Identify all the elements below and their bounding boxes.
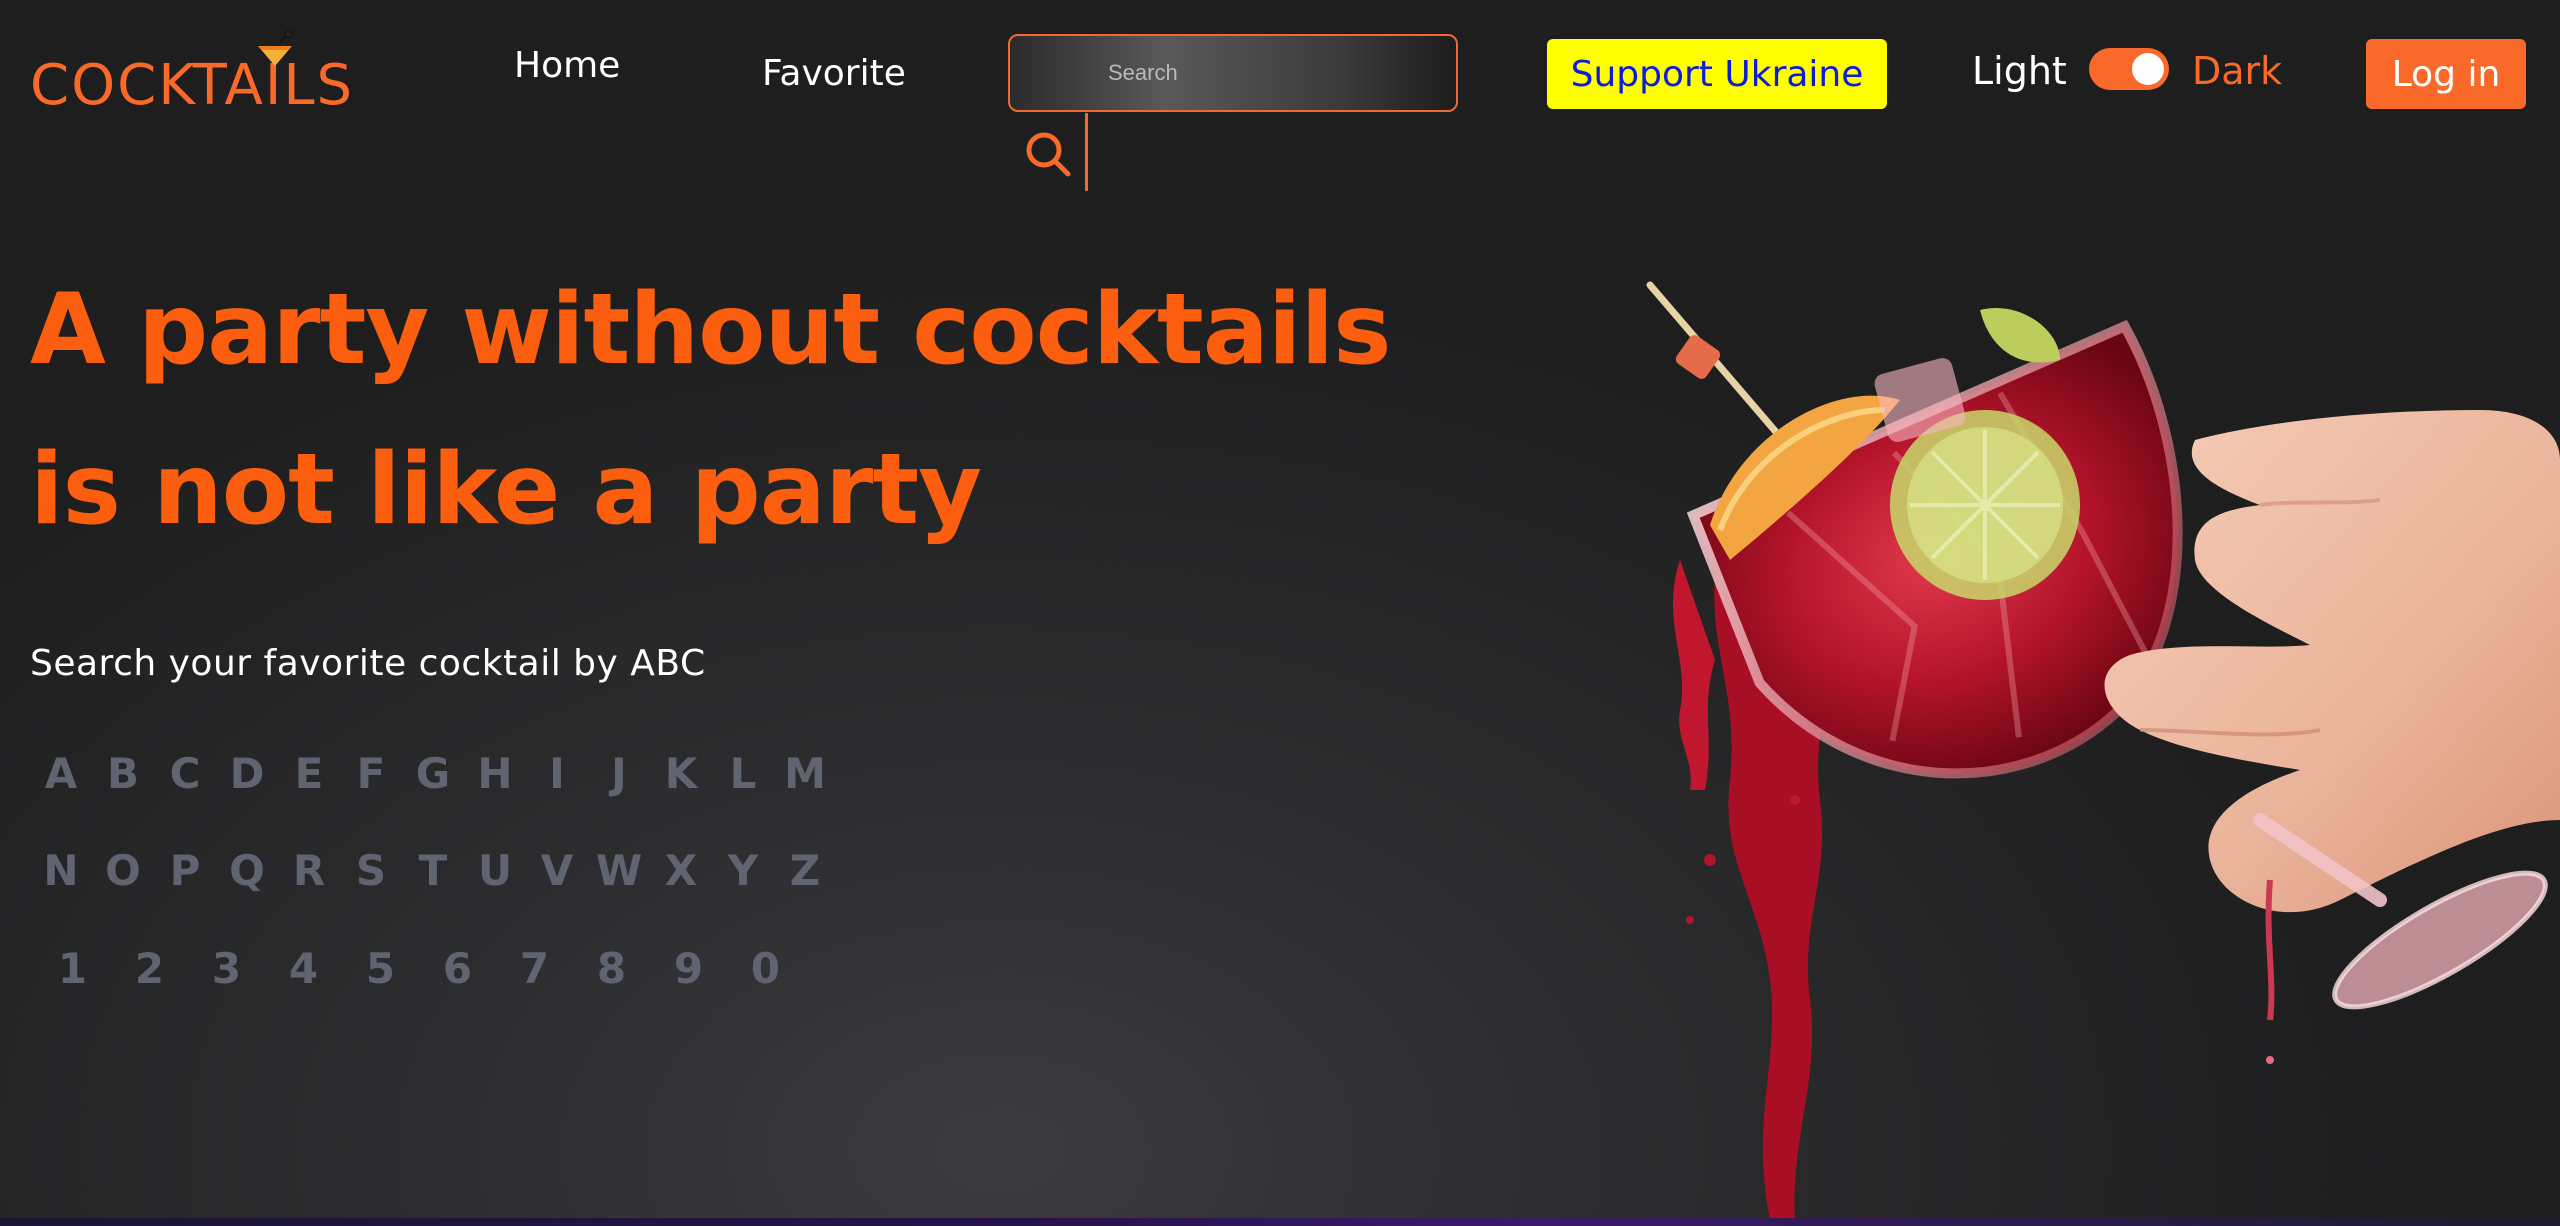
letters-row-2: N O P Q R S T U V W X Y Z (30, 850, 836, 892)
support-ukraine-label: Support Ukraine (1570, 53, 1864, 95)
letter-key[interactable]: Z (774, 850, 836, 892)
digit-key[interactable]: 1 (34, 948, 111, 990)
digits-row: 1 2 3 4 5 6 7 8 9 0 (34, 948, 804, 990)
bottom-accent-bar (0, 1218, 2560, 1226)
letter-key[interactable]: G (402, 753, 464, 795)
digit-key[interactable]: 3 (188, 948, 265, 990)
letter-key[interactable]: S (340, 850, 402, 892)
letter-key[interactable]: T (402, 850, 464, 892)
digit-key[interactable]: 2 (111, 948, 188, 990)
hero-title: A party without cocktails is not like a … (30, 250, 1430, 570)
digit-key[interactable]: 0 (727, 948, 804, 990)
theme-toggle[interactable] (2089, 48, 2169, 90)
letter-key[interactable]: W (588, 850, 650, 892)
letter-key[interactable]: O (92, 850, 154, 892)
digit-key[interactable]: 7 (496, 948, 573, 990)
page: COCKTAILS Home Favorite Support Ukraine … (0, 0, 2560, 1226)
hero-title-line-1: A party without cocktails (30, 273, 1391, 387)
logo-text: COCKTAILS (30, 53, 355, 118)
letter-key[interactable]: A (30, 753, 92, 795)
search-divider (1085, 113, 1088, 191)
letter-key[interactable]: L (712, 753, 774, 795)
nav-favorite-link[interactable]: Favorite (762, 56, 906, 92)
letter-key[interactable]: U (464, 850, 526, 892)
search-icon[interactable] (1022, 128, 1074, 180)
digit-key[interactable]: 6 (419, 948, 496, 990)
support-ukraine-button[interactable]: Support Ukraine (1547, 39, 1887, 109)
letter-key[interactable]: I (526, 753, 588, 795)
letter-key[interactable]: P (154, 850, 216, 892)
theme-dark-label: Dark (2192, 49, 2283, 93)
letter-key[interactable]: J (588, 753, 650, 795)
search-field (1008, 34, 1458, 112)
login-button[interactable]: Log in (2366, 39, 2526, 109)
letter-key[interactable]: C (154, 753, 216, 795)
letter-key[interactable]: R (278, 850, 340, 892)
digit-key[interactable]: 5 (342, 948, 419, 990)
martini-glass-icon (258, 30, 293, 72)
nav-home-link[interactable]: Home (514, 48, 620, 84)
theme-light-label: Light (1972, 49, 2067, 93)
letter-key[interactable]: V (526, 850, 588, 892)
logo[interactable]: COCKTAILS (30, 58, 354, 114)
letter-key[interactable]: Q (216, 850, 278, 892)
letter-key[interactable]: D (216, 753, 278, 795)
letter-key[interactable]: M (774, 753, 836, 795)
letter-key[interactable]: Y (712, 850, 774, 892)
cocktail-hero-image (1646, 281, 2560, 1220)
letter-key[interactable]: H (464, 753, 526, 795)
letters-row-1: A B C D E F G H I J K L M (30, 753, 836, 795)
digit-key[interactable]: 8 (573, 948, 650, 990)
digit-key[interactable]: 4 (265, 948, 342, 990)
letter-key[interactable]: K (650, 753, 712, 795)
hero-title-line-2: is not like a party (30, 433, 982, 547)
abc-search-label: Search your favorite cocktail by ABC (30, 643, 706, 684)
letter-key[interactable]: E (278, 753, 340, 795)
digit-key[interactable]: 9 (650, 948, 727, 990)
theme-toggle-knob (2132, 53, 2164, 85)
login-label: Log in (2391, 53, 2501, 95)
letter-key[interactable]: F (340, 753, 402, 795)
letter-key[interactable]: X (650, 850, 712, 892)
search-input[interactable] (1010, 36, 1456, 110)
letter-key[interactable]: N (30, 850, 92, 892)
letter-key[interactable]: B (92, 753, 154, 795)
